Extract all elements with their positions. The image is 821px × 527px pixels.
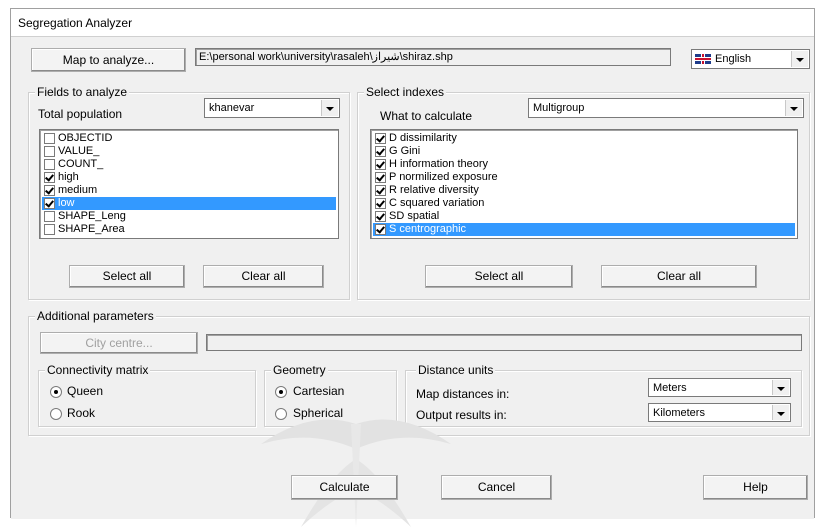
- field-list-item[interactable]: SHAPE_Leng: [42, 210, 336, 223]
- index-list-item[interactable]: H information theory: [373, 158, 795, 171]
- total-population-select[interactable]: khanevar: [204, 98, 340, 118]
- field-checkbox[interactable]: [44, 224, 55, 235]
- output-results-value: Kilometers: [653, 407, 705, 419]
- field-checkbox[interactable]: [44, 146, 55, 157]
- connectivity-title: Connectivity matrix: [45, 363, 151, 377]
- field-checkbox[interactable]: [44, 185, 55, 196]
- field-checkbox[interactable]: [44, 198, 55, 209]
- rook-label: Rook: [67, 406, 96, 420]
- field-checkbox[interactable]: [44, 172, 55, 183]
- index-list-item[interactable]: SD spatial: [373, 210, 795, 223]
- select-indexes-group: Select indexes What to calculate Multigr…: [357, 85, 810, 300]
- calculate-button[interactable]: Calculate: [291, 475, 398, 500]
- chevron-down-icon[interactable]: [772, 405, 789, 420]
- total-population-value: khanevar: [209, 102, 255, 114]
- index-list-item[interactable]: C squared variation: [373, 197, 795, 210]
- queen-label: Queen: [67, 384, 104, 398]
- cancel-button[interactable]: Cancel: [441, 475, 552, 500]
- index-item-label: D dissimilarity: [389, 132, 457, 144]
- geometry-title: Geometry: [271, 363, 328, 377]
- city-centre-button[interactable]: City centre...: [40, 332, 198, 354]
- field-list-item[interactable]: COUNT_: [42, 158, 336, 171]
- index-checkbox[interactable]: [375, 198, 386, 209]
- rook-radio[interactable]: [50, 408, 62, 420]
- index-item-label: SD spatial: [389, 210, 440, 222]
- field-item-label: SHAPE_Leng: [58, 210, 126, 222]
- index-list-item[interactable]: S centrographic: [373, 223, 795, 236]
- language-value: English: [715, 53, 752, 65]
- field-list-item[interactable]: OBJECTID: [42, 132, 336, 145]
- index-checkbox[interactable]: [375, 224, 386, 235]
- help-button[interactable]: Help: [703, 475, 808, 500]
- indexes-listbox[interactable]: D dissimilarity G Gini H information theor…: [370, 129, 798, 239]
- field-list-item[interactable]: medium: [42, 184, 336, 197]
- index-checkbox[interactable]: [375, 185, 386, 196]
- chevron-down-icon[interactable]: [772, 380, 789, 395]
- field-item-label: VALUE_: [58, 145, 100, 157]
- index-item-label: H information theory: [389, 158, 489, 170]
- indexes-group-title: Select indexes: [364, 85, 447, 99]
- field-checkbox[interactable]: [44, 159, 55, 170]
- queen-radio[interactable]: [50, 386, 62, 398]
- segregation-analyzer-window: Segregation Analyzer Map to analyze... E…: [10, 8, 815, 527]
- chevron-down-icon[interactable]: [791, 51, 808, 67]
- indexes-select-all-button[interactable]: Select all: [425, 265, 573, 288]
- connectivity-matrix-group: Connectivity matrix Queen Rook: [38, 363, 256, 427]
- background-watermark: [261, 419, 451, 527]
- what-to-calculate-label: What to calculate: [380, 109, 473, 123]
- index-checkbox[interactable]: [375, 211, 386, 222]
- fields-select-all-button[interactable]: Select all: [69, 265, 185, 288]
- index-checkbox[interactable]: [375, 133, 386, 144]
- index-item-label: R relative diversity: [389, 184, 479, 196]
- index-checkbox[interactable]: [375, 172, 386, 183]
- index-item-label: P normilized exposure: [389, 171, 498, 183]
- index-item-label: G Gini: [389, 145, 421, 157]
- fields-listbox[interactable]: OBJECTID VALUE_ COUNT_ high medium low SHAPE_L…: [39, 129, 339, 239]
- city-centre-field[interactable]: [206, 334, 802, 351]
- chevron-down-icon[interactable]: [321, 100, 338, 116]
- index-item-label: C squared variation: [389, 197, 485, 209]
- chevron-down-icon[interactable]: [785, 100, 802, 116]
- fields-group-title: Fields to analyze: [35, 85, 130, 99]
- map-path-field[interactable]: E:\personal work\university\rasaleh\شیرا…: [195, 48, 671, 66]
- index-list-item[interactable]: P normilized exposure: [373, 171, 795, 184]
- field-checkbox[interactable]: [44, 133, 55, 144]
- total-population-label: Total population: [38, 107, 123, 121]
- fields-to-analyze-group: Fields to analyze Total population khane…: [28, 85, 350, 300]
- field-checkbox[interactable]: [44, 211, 55, 222]
- field-item-label: high: [58, 171, 79, 183]
- index-checkbox[interactable]: [375, 159, 386, 170]
- dialog-content: Map to analyze... E:\personal work\unive…: [11, 37, 814, 527]
- language-select[interactable]: English: [691, 49, 810, 69]
- map-distances-label: Map distances in:: [416, 387, 510, 401]
- uk-flag-icon: [695, 54, 711, 64]
- field-list-item[interactable]: high: [42, 171, 336, 184]
- map-distances-select[interactable]: Meters: [648, 378, 791, 397]
- field-list-item[interactable]: VALUE_: [42, 145, 336, 158]
- cartesian-label: Cartesian: [293, 384, 345, 398]
- field-item-label: low: [58, 197, 75, 209]
- field-list-item[interactable]: low: [42, 197, 336, 210]
- field-item-label: COUNT_: [58, 158, 104, 170]
- index-list-item[interactable]: D dissimilarity: [373, 132, 795, 145]
- index-checkbox[interactable]: [375, 146, 386, 157]
- map-to-analyze-button[interactable]: Map to analyze...: [31, 48, 186, 72]
- additional-group-title: Additional parameters: [35, 309, 156, 323]
- window-title: Segregation Analyzer: [11, 9, 814, 37]
- fields-clear-all-button[interactable]: Clear all: [203, 265, 324, 288]
- output-results-select[interactable]: Kilometers: [648, 403, 791, 422]
- map-distances-value: Meters: [653, 382, 687, 394]
- indexes-clear-all-button[interactable]: Clear all: [601, 265, 757, 288]
- index-item-label: S centrographic: [389, 223, 467, 235]
- what-to-calculate-select[interactable]: Multigroup: [528, 98, 804, 118]
- field-item-label: OBJECTID: [58, 132, 113, 144]
- field-list-item[interactable]: SHAPE_Area: [42, 223, 336, 236]
- index-list-item[interactable]: G Gini: [373, 145, 795, 158]
- index-list-item[interactable]: R relative diversity: [373, 184, 795, 197]
- field-item-label: medium: [58, 184, 98, 196]
- cartesian-radio[interactable]: [275, 386, 287, 398]
- distance-units-title: Distance units: [416, 363, 496, 377]
- field-item-label: SHAPE_Area: [58, 223, 125, 235]
- what-to-calculate-value: Multigroup: [533, 102, 585, 114]
